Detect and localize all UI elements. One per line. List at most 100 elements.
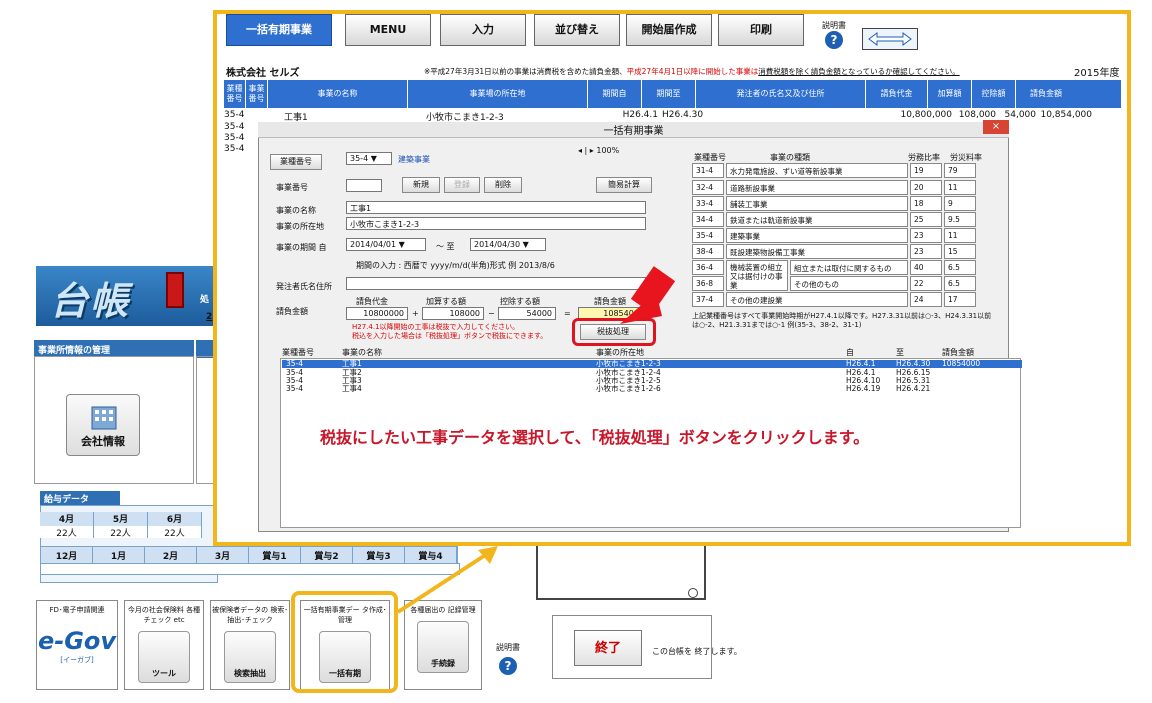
cell: 11 xyxy=(944,180,976,195)
toolbox-icon: ツール xyxy=(138,631,190,683)
manual-button[interactable]: 説明書 ? xyxy=(496,642,520,675)
tool-title: 被保険者データの 検索･抽出･チェック xyxy=(212,606,288,624)
nav-arrows[interactable]: ◂ | ▸ 100% xyxy=(578,146,619,155)
cell: 35-4 xyxy=(224,122,245,132)
cell: 舗装工事業 xyxy=(726,196,908,211)
payroll-months-top: 4月 5月 6月 xyxy=(40,512,202,526)
list-col: 自 xyxy=(846,348,854,357)
col-header: 業種 番号 xyxy=(224,80,246,108)
cell: 31-4 xyxy=(692,163,724,178)
simple-calc-button[interactable]: 簡易計算 xyxy=(596,177,652,193)
type-row: 32-4 道路新設事業 20 11 xyxy=(692,180,978,195)
op-eq: = xyxy=(564,309,571,318)
tab-menu[interactable]: MENU xyxy=(345,14,431,46)
list-cell: 35-4 xyxy=(286,359,304,368)
month-cell: 2月 xyxy=(145,547,197,563)
register-button[interactable]: 登録 xyxy=(444,177,480,193)
type-row: 38-4 既設建築物設備工事業 23 15 xyxy=(692,244,978,259)
side-title: 処 xyxy=(200,295,210,305)
list-cell: 10854000 xyxy=(942,359,981,368)
tax-note-post: 消費税額を除く請負金額となっているか確認してください。 xyxy=(758,67,960,76)
fiscal-year: 2015年度 xyxy=(1074,68,1120,79)
swap-arrows-button[interactable] xyxy=(862,28,918,50)
count-cell: 22人 xyxy=(148,526,202,539)
list-cell xyxy=(942,377,1002,385)
from-date-select[interactable]: 2014/04/01 ▼ xyxy=(346,238,426,251)
cell: 既設建築物設備工事業 xyxy=(726,244,908,259)
cell: 水力発電施設、ずい道等新設事業 xyxy=(726,163,908,178)
list-cell: H26.4.1 xyxy=(846,359,876,368)
cell: 鉄道または軌道新設事業 xyxy=(726,212,908,227)
list-col: 請負金額 xyxy=(942,348,974,357)
tab-ikkatsu[interactable]: 一括有期事業 xyxy=(226,14,332,46)
list-col: 至 xyxy=(896,348,904,357)
cell: 17 xyxy=(944,292,976,307)
tab-input[interactable]: 入力 xyxy=(440,14,526,46)
period-hint: 期間の入力 : 西暦で yyyy/m/d(半角)形式 例 2013/8/6 xyxy=(356,261,555,270)
cell: 道路新設事業 xyxy=(726,180,908,195)
close-button[interactable]: × xyxy=(983,120,1009,134)
delete-button[interactable]: 削除 xyxy=(484,177,522,193)
cell: 22 xyxy=(910,276,942,291)
deduct-amount-input[interactable]: 54000 xyxy=(498,307,556,320)
col-header: 期間自 xyxy=(588,80,642,108)
month-cell: 12月 xyxy=(41,547,93,563)
book-icon xyxy=(166,272,184,308)
list-cell: 工事2 xyxy=(342,368,362,377)
type-number-button[interactable]: 業種番号 xyxy=(270,154,322,170)
type-select[interactable]: 35-4 ▼ xyxy=(346,152,392,165)
col-c-label: 控除する額 xyxy=(500,297,540,306)
tab-start-report[interactable]: 開始届作成 xyxy=(626,14,712,46)
double-arrow-icon xyxy=(868,32,912,46)
list-col: 事業の所在地 xyxy=(596,348,644,357)
client-input[interactable] xyxy=(346,277,646,290)
red-arrow-icon xyxy=(620,292,662,324)
egov-sub: [イーガブ] xyxy=(60,656,94,664)
list-col: 業種番号 xyxy=(282,348,314,357)
tool-egov[interactable]: FD･電子申請関連 e-Gov [イーガブ] xyxy=(36,600,118,690)
col-b-label: 加算する額 xyxy=(426,297,466,306)
pencil-icon xyxy=(688,588,698,598)
type-row: 36-8 その他のもの 22 6.5 xyxy=(692,276,978,291)
col-header: 事業 番号 xyxy=(246,80,268,108)
cell: 36-4 xyxy=(692,260,724,275)
end-button[interactable]: 終了 xyxy=(574,630,642,666)
cell: 23 xyxy=(910,244,942,259)
type-select-value: 35-4 xyxy=(350,154,369,163)
mid-panel xyxy=(536,546,706,600)
payroll-tab[interactable]: 給与データ xyxy=(40,491,120,505)
cell: 9.5 xyxy=(944,212,976,227)
month-cell: 5月 xyxy=(94,512,148,526)
tab-print[interactable]: 印刷 xyxy=(718,14,804,46)
jigyo-number-input[interactable] xyxy=(346,179,382,192)
tool-check[interactable]: 今月の社会保険料 各種チェック etc ツール xyxy=(124,600,204,690)
tbl-h2: 事業の種類 xyxy=(770,153,810,162)
cell: 35-4 xyxy=(692,228,724,243)
cell: 19 xyxy=(910,163,942,178)
add-amount-input[interactable]: 108000 xyxy=(422,307,484,320)
building-icon xyxy=(91,406,117,430)
cell: 32-4 xyxy=(692,180,724,195)
contract-amount-input[interactable]: 10800000 xyxy=(346,307,408,320)
company-name: 株式会社 セルズ xyxy=(226,68,300,79)
company-info-button[interactable]: 会社情報 xyxy=(66,394,140,456)
list-cell xyxy=(942,369,1002,377)
side-num: 2 xyxy=(206,312,213,322)
new-button[interactable]: 新規 xyxy=(402,177,440,193)
list-item[interactable]: 35-4 工事4 小牧市こまき1-2-6 H26.4.19 H26.4.21 xyxy=(282,385,1022,393)
col-header: 発注者の氏名又及び住所 xyxy=(696,80,866,108)
company-info-label: 会社情報 xyxy=(81,435,125,448)
connector-arrow xyxy=(396,546,498,614)
client-label: 発注者氏名住所 xyxy=(276,282,332,291)
to-date-select[interactable]: 2014/04/30 ▼ xyxy=(470,238,546,251)
month-cell: 賞与2 xyxy=(301,547,353,563)
tool-search[interactable]: 被保険者データの 検索･抽出･チェック 検索抽出 xyxy=(210,600,290,690)
list-item[interactable]: 35-4 工事1 小牧市こまき1-2-3 H26.4.1 H26.4.30 1085400… xyxy=(282,360,1022,368)
manual-top[interactable]: 説明書 ? xyxy=(822,20,846,49)
help-icon: ? xyxy=(499,657,517,675)
cell: 15 xyxy=(944,244,976,259)
tab-sort[interactable]: 並び替え xyxy=(534,14,620,46)
list-cell: 工事4 xyxy=(342,384,362,393)
addr-input[interactable]: 小牧市こまき1-2-3 xyxy=(346,217,646,230)
name-input[interactable]: 工事1 xyxy=(346,201,646,214)
